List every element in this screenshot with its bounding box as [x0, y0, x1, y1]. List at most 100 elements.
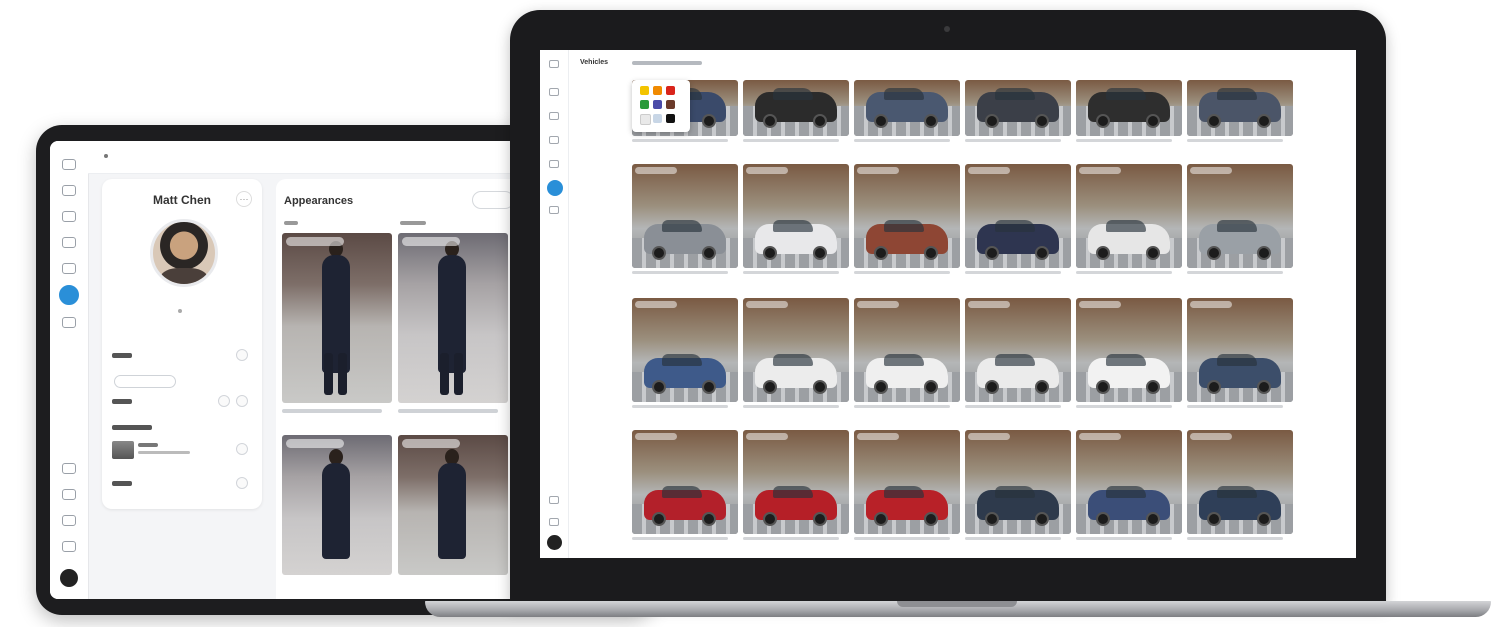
timestamp-badge	[1190, 433, 1232, 440]
thumbnail-caption	[282, 409, 382, 413]
vehicle-thumbnail[interactable]	[965, 430, 1071, 534]
color-swatch[interactable]	[640, 100, 649, 109]
thumbnail-caption	[743, 537, 839, 540]
vehicle-thumbnail[interactable]	[743, 80, 849, 136]
base-notch	[897, 601, 1017, 607]
video-icon[interactable]	[62, 211, 76, 222]
thumbnail-caption	[1076, 139, 1172, 142]
thumbnail-caption	[632, 271, 728, 274]
home-icon[interactable]	[62, 159, 76, 170]
vehicle-thumbnail[interactable]	[965, 80, 1071, 136]
vehicle-thumbnail[interactable]	[1187, 80, 1293, 136]
home-icon[interactable]	[549, 88, 559, 96]
add-icon[interactable]	[236, 349, 248, 361]
color-swatch[interactable]	[666, 114, 675, 123]
user-avatar[interactable]	[547, 535, 562, 550]
appearance-thumbnail[interactable]	[282, 233, 392, 403]
thumbnail-caption	[632, 405, 728, 408]
tag-chip[interactable]	[114, 375, 176, 388]
vehicle-thumbnail[interactable]	[854, 430, 960, 534]
match-thumbnail[interactable]	[112, 441, 134, 459]
vehicle-thumbnail[interactable]	[1076, 80, 1182, 136]
timestamp-badge	[968, 433, 1010, 440]
camera-icon[interactable]	[549, 112, 559, 120]
vehicle-thumbnail[interactable]	[632, 298, 738, 402]
appearance-thumbnail[interactable]	[398, 435, 508, 575]
status-dot	[178, 309, 182, 313]
help-icon[interactable]	[62, 489, 76, 500]
color-swatch[interactable]	[653, 100, 662, 109]
add-icon[interactable]	[236, 477, 248, 489]
appearance-thumbnail[interactable]	[398, 233, 508, 403]
vehicle-thumbnail[interactable]	[854, 80, 960, 136]
chevron-icon[interactable]	[236, 443, 248, 455]
appearance-thumbnail[interactable]	[282, 435, 392, 575]
timestamp-badge	[1079, 301, 1121, 308]
add-icon[interactable]	[236, 395, 248, 407]
settings-icon[interactable]	[62, 317, 76, 328]
column-label	[284, 221, 298, 225]
color-swatch[interactable]	[653, 86, 662, 95]
vehicle-thumbnail[interactable]	[743, 430, 849, 534]
column-label	[400, 221, 426, 225]
thumbnail-caption	[965, 405, 1061, 408]
thumbnail-caption	[632, 139, 728, 142]
timestamp-badge	[1079, 167, 1121, 174]
vehicle-thumbnail[interactable]	[743, 164, 849, 268]
vehicle-thumbnail[interactable]	[632, 430, 738, 534]
color-swatch[interactable]	[640, 114, 651, 125]
thumbnail-caption	[1187, 139, 1283, 142]
help-icon[interactable]	[549, 518, 559, 526]
search-icon[interactable]	[472, 191, 514, 209]
thumbnail-caption	[743, 139, 839, 142]
laptop-screen: Vehicles	[540, 50, 1356, 558]
info-icon[interactable]	[62, 541, 76, 552]
bell-icon[interactable]	[549, 496, 559, 504]
bell-icon[interactable]	[62, 463, 76, 474]
vehicle-thumbnail[interactable]	[1187, 298, 1293, 402]
calendar-icon[interactable]	[62, 237, 76, 248]
cloud-icon[interactable]	[62, 515, 76, 526]
color-swatch[interactable]	[640, 86, 649, 95]
ellipsis-icon[interactable]: ···	[236, 191, 252, 207]
vehicle-thumbnail[interactable]	[1187, 164, 1293, 268]
vehicle-thumbnail[interactable]	[854, 164, 960, 268]
filter-dropdown[interactable]	[632, 61, 702, 65]
car-icon[interactable]	[547, 180, 563, 196]
vehicle-thumbnail[interactable]	[1076, 164, 1182, 268]
section-label	[112, 399, 132, 404]
user-avatar[interactable]	[60, 569, 78, 587]
timestamp-badge	[857, 433, 899, 440]
settings-icon[interactable]	[549, 206, 559, 214]
timestamp-badge	[857, 167, 899, 174]
timestamp-badge	[857, 301, 899, 308]
vehicle-thumbnail[interactable]	[632, 164, 738, 268]
grid-icon[interactable]	[62, 263, 76, 274]
thumbnail-caption	[398, 409, 498, 413]
thumbnail-caption	[1076, 405, 1172, 408]
menu-icon[interactable]	[549, 60, 559, 68]
laptop-nav-rail	[540, 50, 569, 558]
vehicle-thumbnail[interactable]	[1076, 298, 1182, 402]
profile-card: Matt Chen ···	[102, 179, 262, 509]
timestamp-badge	[746, 301, 788, 308]
appearances-title: Appearances	[284, 195, 354, 207]
vehicle-thumbnail[interactable]	[965, 298, 1071, 402]
vehicle-thumbnail[interactable]	[854, 298, 960, 402]
timestamp-badge	[1190, 301, 1232, 308]
timestamp-badge	[1190, 167, 1232, 174]
tablet-nav-rail	[50, 141, 89, 599]
laptop-device: Vehicles	[510, 10, 1386, 605]
grid-icon[interactable]	[549, 160, 559, 168]
color-swatch[interactable]	[666, 100, 675, 109]
vehicle-thumbnail[interactable]	[1076, 430, 1182, 534]
person-icon[interactable]	[59, 285, 79, 305]
edit-icon[interactable]	[218, 395, 230, 407]
video-icon[interactable]	[549, 136, 559, 144]
color-swatch[interactable]	[666, 86, 675, 95]
vehicle-thumbnail[interactable]	[1187, 430, 1293, 534]
camera-icon[interactable]	[62, 185, 76, 196]
vehicle-thumbnail[interactable]	[965, 164, 1071, 268]
vehicle-thumbnail[interactable]	[743, 298, 849, 402]
color-swatch[interactable]	[653, 114, 662, 123]
